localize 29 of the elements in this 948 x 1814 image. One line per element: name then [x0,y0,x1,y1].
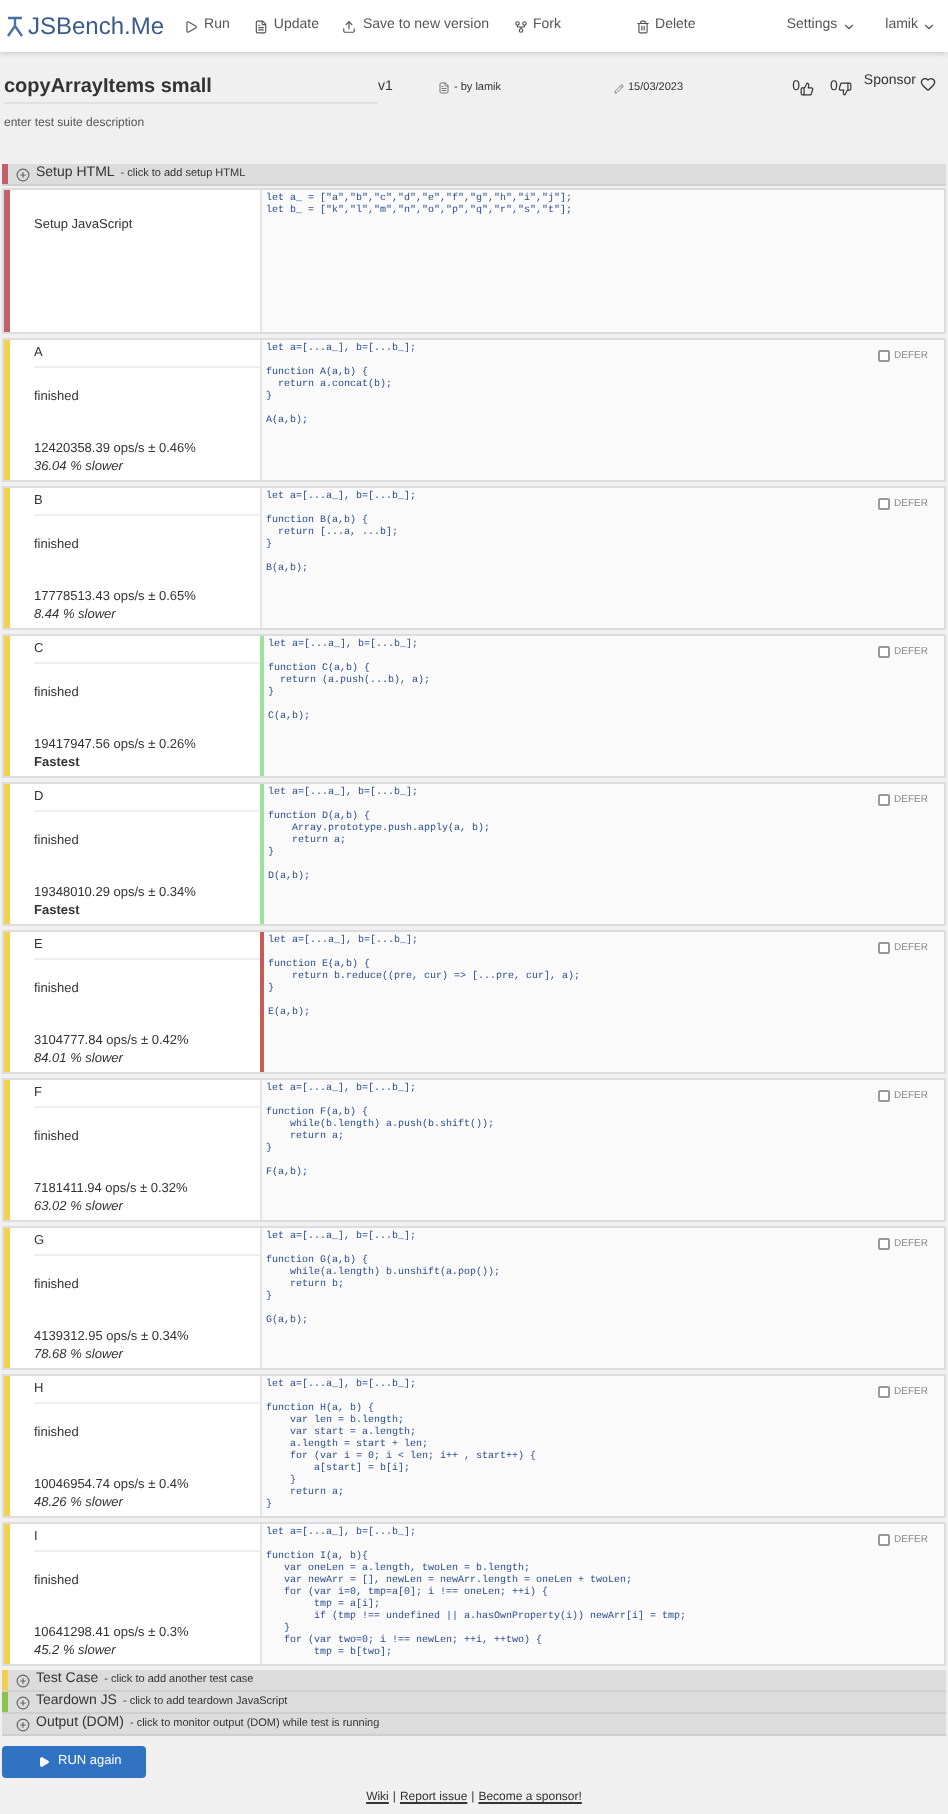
add-icon [16,167,30,181]
add-icon [16,1717,30,1731]
logo-icon [6,15,24,37]
defer-checkbox[interactable] [878,498,891,510]
document-icon [438,82,450,94]
defer-checkbox[interactable] [878,1386,891,1398]
defer-checkbox[interactable] [878,1090,891,1102]
defer-checkbox[interactable] [878,1534,891,1546]
defer-checkbox[interactable] [878,794,891,806]
add-icon [16,1695,30,1709]
fork-icon [513,19,528,33]
play-icon [184,19,199,33]
defer-checkbox[interactable] [878,942,891,954]
document-icon [253,19,268,33]
defer-checkbox[interactable] [878,350,891,362]
suite-title[interactable]: copyArrayItems small [4,72,378,104]
thumbs-up-icon [800,81,815,95]
pencil-icon [614,83,624,93]
defer-checkbox[interactable] [878,646,891,658]
thumbs-down-icon [837,81,852,95]
upload-icon [342,19,357,33]
chevron-icon [922,19,936,33]
play-icon [38,1756,50,1768]
trash-icon [635,19,650,33]
add-icon [16,1673,30,1687]
heart-icon [920,75,936,91]
defer-checkbox[interactable] [878,1238,891,1250]
logo-text: JSBench.Me [28,10,165,44]
chevron-icon [841,19,856,33]
